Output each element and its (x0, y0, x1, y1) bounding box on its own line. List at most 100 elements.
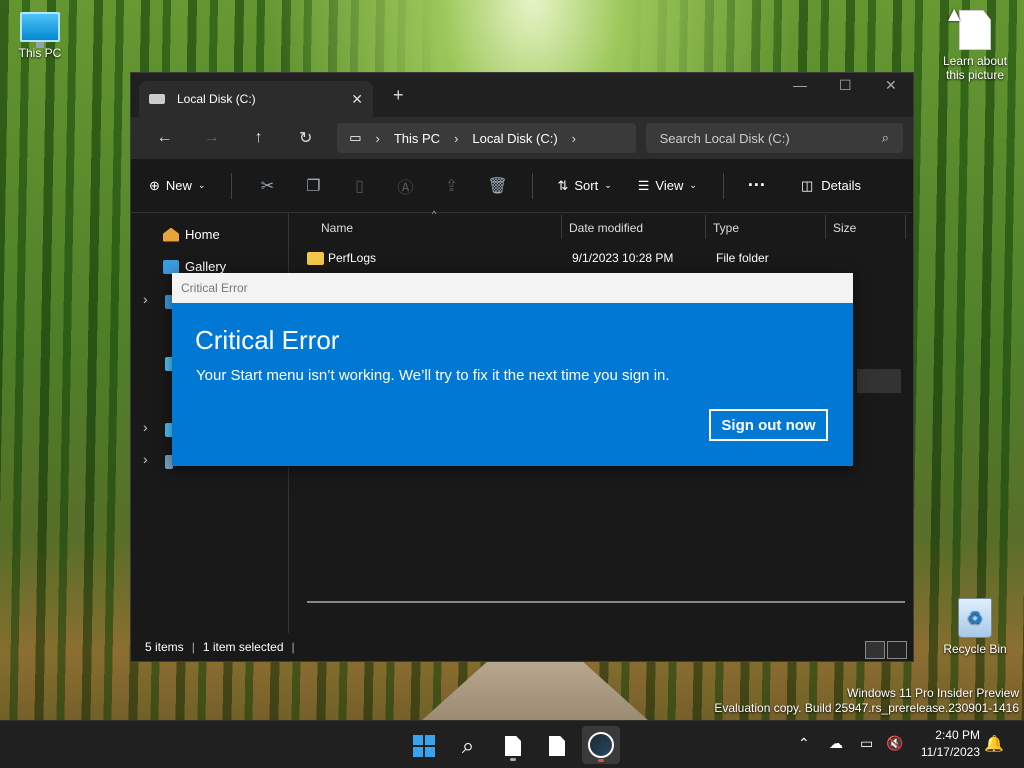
view-label: View (655, 178, 684, 193)
desktop-icon-this-pc[interactable]: This PC (0, 12, 80, 60)
sort-icon: ⇅ (557, 177, 569, 193)
details-label: Details (821, 178, 861, 193)
chevron-right-icon[interactable]: › (143, 291, 148, 307)
dialog-title-bar: Critical Error (172, 273, 853, 303)
address-bar[interactable]: ▭ › This PC › Local Disk (C:) › (337, 123, 636, 153)
more-options-icon[interactable]: ··· (748, 175, 766, 196)
new-button[interactable]: ⊕ New ⌄ (149, 178, 205, 194)
taskbar-search-button[interactable]: ⌕ (451, 729, 485, 763)
search-icon: ⌕ (461, 733, 475, 758)
column-header-size[interactable]: Size (833, 213, 856, 243)
tiles-view-button[interactable] (887, 641, 907, 659)
sign-out-now-button[interactable]: Sign out now (709, 409, 828, 441)
notification-bell-icon[interactable]: 🔔 (984, 734, 1004, 754)
breadcrumb-local-disk[interactable]: Local Disk (C:) (472, 131, 557, 146)
view-icon: ☰ (637, 177, 650, 193)
chevron-down-icon: ⌄ (689, 180, 697, 190)
chevron-right-icon[interactable]: › (143, 451, 148, 467)
sort-label: Sort (574, 178, 599, 193)
column-divider[interactable] (825, 215, 826, 239)
steam-icon (588, 732, 614, 758)
minimize-button[interactable]: — (793, 77, 807, 93)
back-button[interactable]: ← (141, 129, 188, 147)
refresh-button[interactable]: ↻ (282, 128, 329, 148)
cut-icon[interactable]: ✂ (256, 176, 278, 196)
sort-button[interactable]: ⇅ Sort ⌄ (557, 178, 611, 194)
nav-item-home[interactable]: Home (163, 227, 220, 242)
build-watermark: Windows 11 Pro Insider Preview Evaluatio… (714, 686, 1019, 716)
divider (532, 172, 534, 199)
watermark-line-1: Windows 11 Pro Insider Preview (847, 686, 1019, 700)
rename-icon[interactable]: Ⓐ (394, 174, 416, 198)
running-indicator (598, 759, 604, 762)
delete-icon[interactable]: 🗑 (486, 176, 508, 196)
chevron-right-icon: › (375, 130, 380, 146)
table-row[interactable]: PerfLogs 9/1/2023 10:28 PM File folder (307, 247, 913, 269)
tab-local-disk[interactable]: Local Disk (C:) ✕ (139, 81, 373, 117)
column-divider[interactable] (561, 215, 562, 239)
desktop-icon-learn-about-picture[interactable]: Learn about this picture (935, 10, 1015, 82)
copy-icon[interactable]: ❐ (302, 176, 324, 196)
up-button[interactable]: ↑ (235, 129, 282, 147)
sort-caret-icon: ^ (432, 209, 437, 219)
taskbar-app-notepad-2[interactable] (540, 729, 574, 763)
search-placeholder: Search Local Disk (C:) (659, 130, 790, 146)
share-icon[interactable]: ⇪ (440, 176, 462, 196)
start-button[interactable] (407, 729, 441, 763)
chevron-right-icon: › (454, 130, 459, 146)
desktop-icon-label: Learn about this picture (942, 54, 1008, 82)
taskbar-app-steam[interactable] (582, 726, 620, 764)
folder-icon (307, 251, 324, 265)
nav-item-gallery[interactable]: Gallery (163, 259, 226, 274)
details-pane-icon: ◫ (800, 177, 814, 193)
status-selected-count: 1 item selected (202, 640, 284, 654)
volume-muted-icon[interactable]: 🔇 (886, 735, 903, 752)
critical-error-dialog: Critical Error Critical Error Your Start… (172, 273, 853, 466)
column-header-name[interactable]: Name (321, 213, 353, 243)
status-item-count: 5 items (145, 640, 184, 654)
selected-row-highlight[interactable] (857, 369, 901, 393)
forward-button[interactable]: → (188, 129, 235, 147)
new-tab-button[interactable]: + (393, 85, 404, 106)
document-icon (549, 736, 565, 756)
wallpaper-path (420, 660, 650, 722)
clock-date: 11/17/2023 (920, 745, 980, 759)
search-icon: ⌕ (881, 130, 889, 145)
taskbar-app-notepad-1[interactable] (496, 729, 530, 763)
gallery-icon (163, 259, 179, 274)
paste-icon[interactable]: ▯ (348, 176, 370, 196)
desktop-icon-label: Recycle Bin (943, 642, 1007, 656)
close-tab-icon[interactable]: ✕ (351, 91, 363, 108)
search-input[interactable]: Search Local Disk (C:) ⌕ (645, 123, 903, 153)
column-header-date-modified[interactable]: Date modified (569, 213, 643, 243)
column-divider[interactable] (905, 215, 906, 239)
view-button[interactable]: ☰ View ⌄ (638, 178, 697, 194)
close-window-button[interactable]: ✕ (885, 77, 897, 94)
taskbar: ⌕ ⌃ ☁ ▭ 🔇 2:40 PM 11/17/2023 🔔 (0, 720, 1024, 768)
cloud-offline-icon[interactable]: ☁ (829, 735, 843, 752)
chevron-right-icon[interactable]: › (572, 131, 576, 146)
horizontal-scrollbar[interactable] (307, 601, 905, 603)
system-clock[interactable]: 2:40 PM 11/17/2023 (921, 727, 980, 761)
divider (722, 172, 724, 199)
desktop-icon-label: This PC (18, 46, 62, 60)
column-divider[interactable] (705, 215, 706, 239)
row-type: File folder (716, 251, 769, 265)
maximize-button[interactable]: ☐ (839, 77, 852, 94)
breadcrumb-this-pc[interactable]: This PC (394, 131, 440, 146)
drive-icon (149, 94, 165, 104)
network-icon[interactable]: ▭ (860, 735, 873, 752)
desktop-icon-recycle-bin[interactable]: ♻ Recycle Bin (935, 598, 1015, 656)
nav-item-label: Home (185, 227, 220, 242)
navigation-bar: ← → ↑ ↻ ▭ › This PC › Local Disk (C:) › … (131, 117, 913, 159)
status-divider: | (291, 640, 295, 654)
details-button[interactable]: ◫ Details (801, 178, 861, 194)
show-hidden-icons-chevron[interactable]: ⌃ (798, 735, 810, 752)
details-view-button[interactable] (865, 641, 885, 659)
home-icon (163, 227, 179, 242)
status-divider: | (191, 640, 195, 654)
column-header-type[interactable]: Type (713, 213, 739, 243)
view-toggle (865, 641, 907, 659)
chevron-right-icon[interactable]: › (143, 419, 148, 435)
windows-logo-icon (413, 735, 435, 757)
